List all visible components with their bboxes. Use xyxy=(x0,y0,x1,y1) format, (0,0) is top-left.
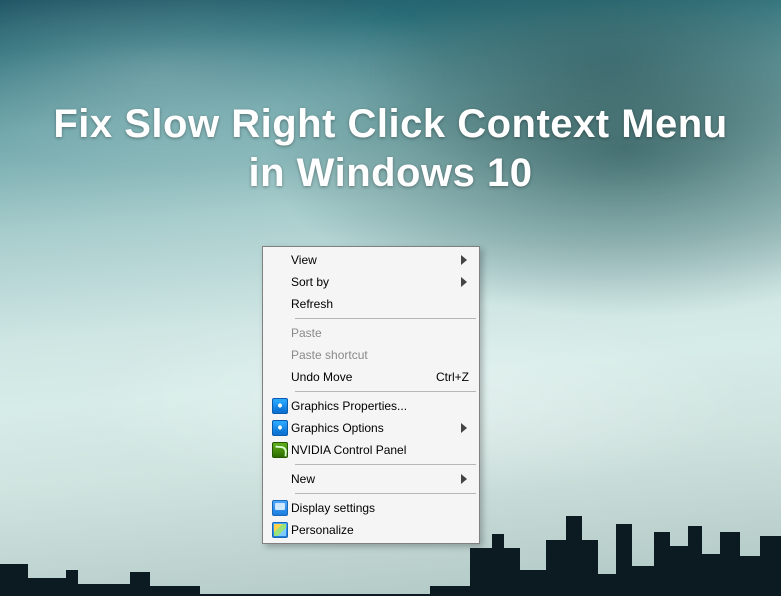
blank-icon xyxy=(269,471,291,487)
menu-item-display-settings[interactable]: Display settings xyxy=(265,497,477,519)
menu-item-paste-shortcut: Paste shortcut xyxy=(265,344,477,366)
menu-separator xyxy=(295,318,476,319)
menu-item-new[interactable]: New xyxy=(265,468,477,490)
blank-icon xyxy=(269,347,291,363)
menu-item-sort-by[interactable]: Sort by xyxy=(265,271,477,293)
submenu-arrow-icon xyxy=(459,423,469,433)
blank-icon xyxy=(269,274,291,290)
menu-item-label: NVIDIA Control Panel xyxy=(291,443,469,457)
desktop-context-menu: View Sort by Refresh Paste Paste shortcu… xyxy=(262,246,480,544)
menu-item-label: Graphics Properties... xyxy=(291,399,469,413)
intel-graphics-icon xyxy=(269,420,291,436)
menu-separator xyxy=(295,464,476,465)
menu-item-label: View xyxy=(291,253,459,267)
blank-icon xyxy=(269,325,291,341)
menu-item-label: Personalize xyxy=(291,523,469,537)
menu-item-label: New xyxy=(291,472,459,486)
menu-item-undo-move[interactable]: Undo Move Ctrl+Z xyxy=(265,366,477,388)
menu-item-label: Paste shortcut xyxy=(291,348,469,362)
menu-item-label: Graphics Options xyxy=(291,421,459,435)
desktop-background[interactable]: Fix Slow Right Click Context Menu in Win… xyxy=(0,0,781,596)
blank-icon xyxy=(269,252,291,268)
submenu-arrow-icon xyxy=(459,255,469,265)
page-title: Fix Slow Right Click Context Menu in Win… xyxy=(0,100,781,198)
menu-item-label: Undo Move xyxy=(291,370,428,384)
menu-separator xyxy=(295,391,476,392)
menu-item-view[interactable]: View xyxy=(265,249,477,271)
intel-graphics-icon xyxy=(269,398,291,414)
personalize-icon xyxy=(269,522,291,538)
blank-icon xyxy=(269,369,291,385)
menu-item-nvidia-control-panel[interactable]: NVIDIA Control Panel xyxy=(265,439,477,461)
menu-item-label: Refresh xyxy=(291,297,469,311)
menu-item-paste: Paste xyxy=(265,322,477,344)
menu-item-personalize[interactable]: Personalize xyxy=(265,519,477,541)
submenu-arrow-icon xyxy=(459,474,469,484)
display-settings-icon xyxy=(269,500,291,516)
menu-item-graphics-properties[interactable]: Graphics Properties... xyxy=(265,395,477,417)
menu-separator xyxy=(295,493,476,494)
submenu-arrow-icon xyxy=(459,277,469,287)
menu-item-label: Sort by xyxy=(291,275,459,289)
menu-item-label: Paste xyxy=(291,326,469,340)
menu-item-label: Display settings xyxy=(291,501,469,515)
blank-icon xyxy=(269,296,291,312)
menu-item-graphics-options[interactable]: Graphics Options xyxy=(265,417,477,439)
menu-item-shortcut: Ctrl+Z xyxy=(428,370,469,384)
menu-item-refresh[interactable]: Refresh xyxy=(265,293,477,315)
nvidia-icon xyxy=(269,442,291,458)
